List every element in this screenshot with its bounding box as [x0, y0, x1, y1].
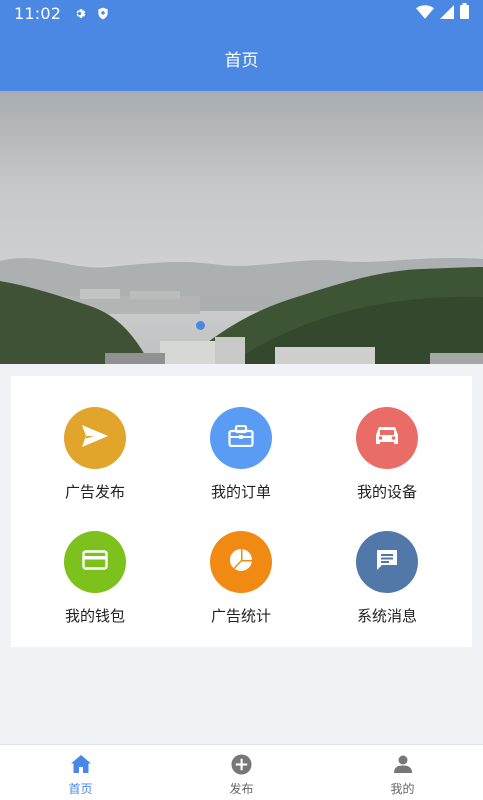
- system-messages-circle: [356, 531, 418, 593]
- my-wallet-circle: [64, 531, 126, 593]
- nav-label-publish: 发布: [229, 782, 254, 796]
- menu-label: 系统消息: [356, 607, 417, 625]
- bottom-navigation: 首页 发布 我的: [0, 744, 483, 800]
- landscape-photo: [0, 91, 483, 364]
- menu-label: 我的设备: [356, 483, 417, 501]
- menu-item-my-wallet[interactable]: 我的钱包: [35, 531, 155, 635]
- feature-menu-card: 广告发布 我的订单 我的设备 我的钱包 广告统计 系统消息: [11, 376, 472, 647]
- menu-label: 广告统计: [210, 607, 271, 625]
- menu-item-my-devices[interactable]: 我的设备: [327, 407, 447, 511]
- home-icon: [70, 753, 92, 775]
- ad-publish-circle: [64, 407, 126, 469]
- nav-label-home: 首页: [68, 782, 93, 796]
- car-icon: [375, 426, 399, 450]
- settings-gear-icon: [71, 5, 87, 21]
- menu-item-ad-publish[interactable]: 广告发布: [35, 407, 155, 511]
- status-time: 11:02: [14, 3, 62, 23]
- person-icon: [392, 753, 414, 775]
- message-icon: [375, 548, 399, 576]
- status-bar: 11:02: [0, 0, 483, 26]
- send-icon: [82, 425, 108, 451]
- wallet-card-icon: [82, 550, 108, 574]
- my-devices-circle: [356, 407, 418, 469]
- briefcase-icon: [228, 424, 254, 451]
- battery-icon: [460, 3, 469, 23]
- nav-tab-home[interactable]: 首页: [0, 745, 161, 800]
- add-circle-icon: [231, 753, 253, 775]
- menu-label: 广告发布: [64, 483, 125, 501]
- page-title: 首页: [224, 51, 259, 71]
- ad-statistics-circle: [210, 531, 272, 593]
- nav-tab-mine[interactable]: 我的: [322, 745, 483, 800]
- wifi-icon: [416, 4, 434, 23]
- menu-item-system-messages[interactable]: 系统消息: [327, 531, 447, 635]
- banner-carousel[interactable]: [0, 91, 483, 364]
- my-orders-circle: [210, 407, 272, 469]
- menu-item-my-orders[interactable]: 我的订单: [181, 407, 301, 511]
- app-bar: 首页: [0, 26, 483, 91]
- nav-label-mine: 我的: [390, 782, 415, 796]
- pie-chart-icon: [229, 548, 253, 576]
- nav-tab-publish[interactable]: 发布: [161, 745, 322, 800]
- shield-icon: [95, 5, 111, 21]
- menu-label: 我的订单: [210, 483, 271, 501]
- carousel-indicator-dot[interactable]: [196, 321, 205, 330]
- menu-item-ad-statistics[interactable]: 广告统计: [181, 531, 301, 635]
- menu-label: 我的钱包: [64, 607, 125, 625]
- signal-icon: [440, 4, 454, 23]
